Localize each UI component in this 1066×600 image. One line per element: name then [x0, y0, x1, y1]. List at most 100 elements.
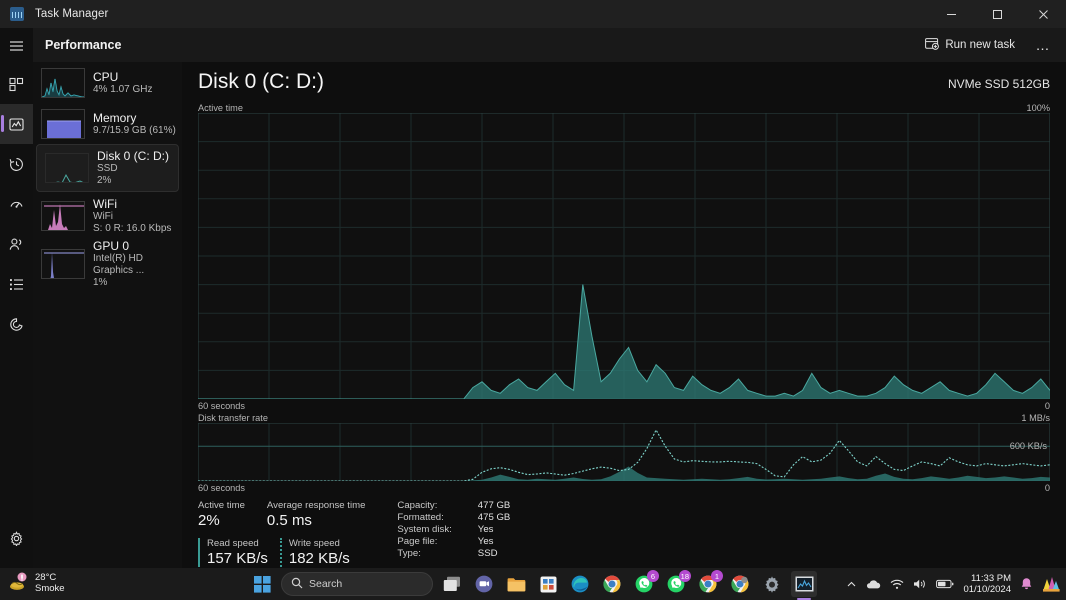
active-time-chart: [198, 113, 1050, 399]
taskbar-center: Search 6 18 1: [249, 570, 817, 600]
weather-widget[interactable]: 28°C Smoke: [8, 572, 65, 597]
resource-item-cpu[interactable]: CPU 4% 1.07 GHz: [33, 62, 182, 103]
settings-button[interactable]: [0, 518, 33, 558]
minimize-button[interactable]: [928, 0, 974, 28]
response-time-value: 0.5 ms: [266, 512, 312, 529]
resource-detail: WiFi: [93, 211, 113, 223]
bell-icon[interactable]: [1020, 577, 1033, 591]
disk-transfer-rate-chart: 600 KB/s: [198, 423, 1050, 481]
task-manager-window: Task Manager Performance Run new task … …: [0, 0, 1066, 600]
resource-detail: 9.7/15.9 GB (61%): [93, 124, 176, 136]
chart2-mid-label: 600 KB/s: [1009, 441, 1047, 451]
resource-detail: SSD: [97, 163, 118, 175]
active-time-stat: Active time 2%: [198, 500, 267, 529]
disk-device-name: NVMe SSD 512GB: [947, 77, 1050, 91]
resource-item-wifi[interactable]: WiFi WiFi S: 0 R: 16.0 Kbps: [33, 192, 182, 240]
resource-usage: 1%: [93, 276, 108, 288]
task-manager-icon: [10, 7, 24, 21]
run-new-task-icon: [925, 37, 940, 54]
taskbar-app-whatsapp-2[interactable]: 18: [663, 570, 691, 597]
header-bar: Performance Run new task …: [33, 28, 1066, 62]
gpu-thumbnail: [41, 249, 85, 279]
disk-info-key: Type:: [397, 548, 421, 559]
taskbar-app-chrome-app-1[interactable]: 1: [695, 570, 723, 597]
taskbar-app-whatsapp-1[interactable]: 6: [631, 570, 659, 597]
taskbar: 28°C Smoke Search 6 18 1 11:33 PM 01/10/…: [0, 568, 1066, 600]
search-box[interactable]: Search: [281, 572, 433, 596]
speaker-icon[interactable]: [913, 578, 927, 590]
hamburger-menu-button[interactable]: [0, 28, 33, 64]
memory-thumbnail: [41, 108, 85, 139]
sidebar-item-app-history[interactable]: [0, 144, 33, 184]
resource-usage: S: 0 R: 16.0 Kbps: [93, 223, 172, 235]
taskbar-app-store[interactable]: [535, 571, 561, 597]
read-speed-stat: Read speed 157 KB/s: [198, 538, 268, 567]
resource-name: Disk 0 (C: D:): [97, 149, 169, 164]
write-speed-value: 182 KB/s: [288, 550, 350, 567]
chevron-up-icon[interactable]: [846, 579, 857, 590]
resource-detail: Intel(R) HD Graphics ...: [93, 253, 145, 277]
search-icon: [291, 577, 303, 592]
taskbar-app-chrome-app-2[interactable]: [727, 571, 753, 597]
run-new-task-button[interactable]: Run new task: [916, 32, 1024, 58]
clock[interactable]: 11:33 PM 01/10/2024: [963, 573, 1011, 596]
chart2-x-label: 60 seconds: [198, 483, 245, 493]
clock-date: 01/10/2024: [963, 584, 1011, 595]
sidebar-item-performance[interactable]: [0, 104, 33, 144]
resource-name: WiFi: [93, 197, 117, 212]
wifi-thumbnail: [41, 201, 85, 231]
disk-info-value: SSD: [477, 548, 498, 559]
battery-icon[interactable]: [936, 579, 954, 589]
colorful-app-icon[interactable]: [1042, 576, 1060, 592]
sidebar-item-services[interactable]: [0, 304, 33, 344]
active-time-value: 2%: [198, 512, 220, 529]
disk-info-key: Page file:: [397, 536, 438, 547]
sidebar-item-startup-apps[interactable]: [0, 184, 33, 224]
chart1-caption: Active time: [198, 103, 243, 113]
search-placeholder: Search: [309, 578, 343, 590]
write-speed-stat: Write speed 182 KB/s: [279, 538, 350, 567]
wifi-icon[interactable]: [890, 579, 904, 590]
read-speed-value: 157 KB/s: [207, 550, 268, 567]
taskbar-app-task-view[interactable]: [439, 571, 465, 597]
taskbar-app-teams[interactable]: [471, 571, 497, 597]
disk-thumbnail: [45, 153, 89, 183]
sidebar-item-details[interactable]: [0, 264, 33, 304]
close-button[interactable]: [1020, 0, 1066, 28]
resource-name: Memory: [93, 110, 137, 125]
chart2-caption: Disk transfer rate: [198, 413, 268, 423]
write-speed-label: Write speed: [288, 538, 340, 549]
disk-info-value: 475 GB: [477, 512, 511, 523]
taskbar-app-settings[interactable]: [759, 571, 785, 597]
resource-item-memory[interactable]: Memory 9.7/15.9 GB (61%): [33, 103, 182, 144]
notification-badge: 18: [678, 570, 691, 582]
taskbar-app-chrome[interactable]: [599, 571, 625, 597]
maximize-button[interactable]: [974, 0, 1020, 28]
clock-time: 11:33 PM: [971, 572, 1011, 584]
window-title: Task Manager: [35, 8, 109, 20]
resource-usage: 2%: [97, 175, 112, 187]
notification-badge: 1: [711, 570, 723, 582]
response-time-stat: Average response time 0.5 ms: [267, 500, 387, 529]
cloud-icon[interactable]: [866, 579, 881, 590]
resource-item-disk[interactable]: Disk 0 (C: D:) SSD 2%: [36, 144, 179, 192]
taskbar-app-edge[interactable]: [567, 571, 593, 597]
taskbar-app-task-manager[interactable]: [791, 571, 817, 600]
run-new-task-label: Run new task: [945, 39, 1015, 51]
active-time-label: Active time: [198, 500, 245, 511]
disk-info-value: Yes: [477, 524, 494, 535]
disk-title: Disk 0 (C: D:): [198, 70, 324, 93]
start-button[interactable]: [249, 571, 275, 597]
taskbar-app-file-explorer[interactable]: [503, 571, 529, 597]
sidebar-item-users[interactable]: [0, 224, 33, 264]
disk-stats: Active time 2% Average response time 0.5…: [198, 500, 1050, 567]
sidebar-item-processes[interactable]: [0, 64, 33, 104]
resource-item-gpu[interactable]: GPU 0 Intel(R) HD Graphics ... 1%: [33, 239, 182, 288]
chart1-x-label: 60 seconds: [198, 401, 245, 411]
resource-name: GPU 0: [93, 239, 130, 254]
weather-smoke-icon: [8, 572, 30, 597]
title-bar: Task Manager: [0, 0, 1066, 28]
more-options-button[interactable]: …: [1028, 32, 1058, 58]
weather-condition: Smoke: [35, 583, 65, 594]
resource-name: CPU: [93, 69, 119, 84]
